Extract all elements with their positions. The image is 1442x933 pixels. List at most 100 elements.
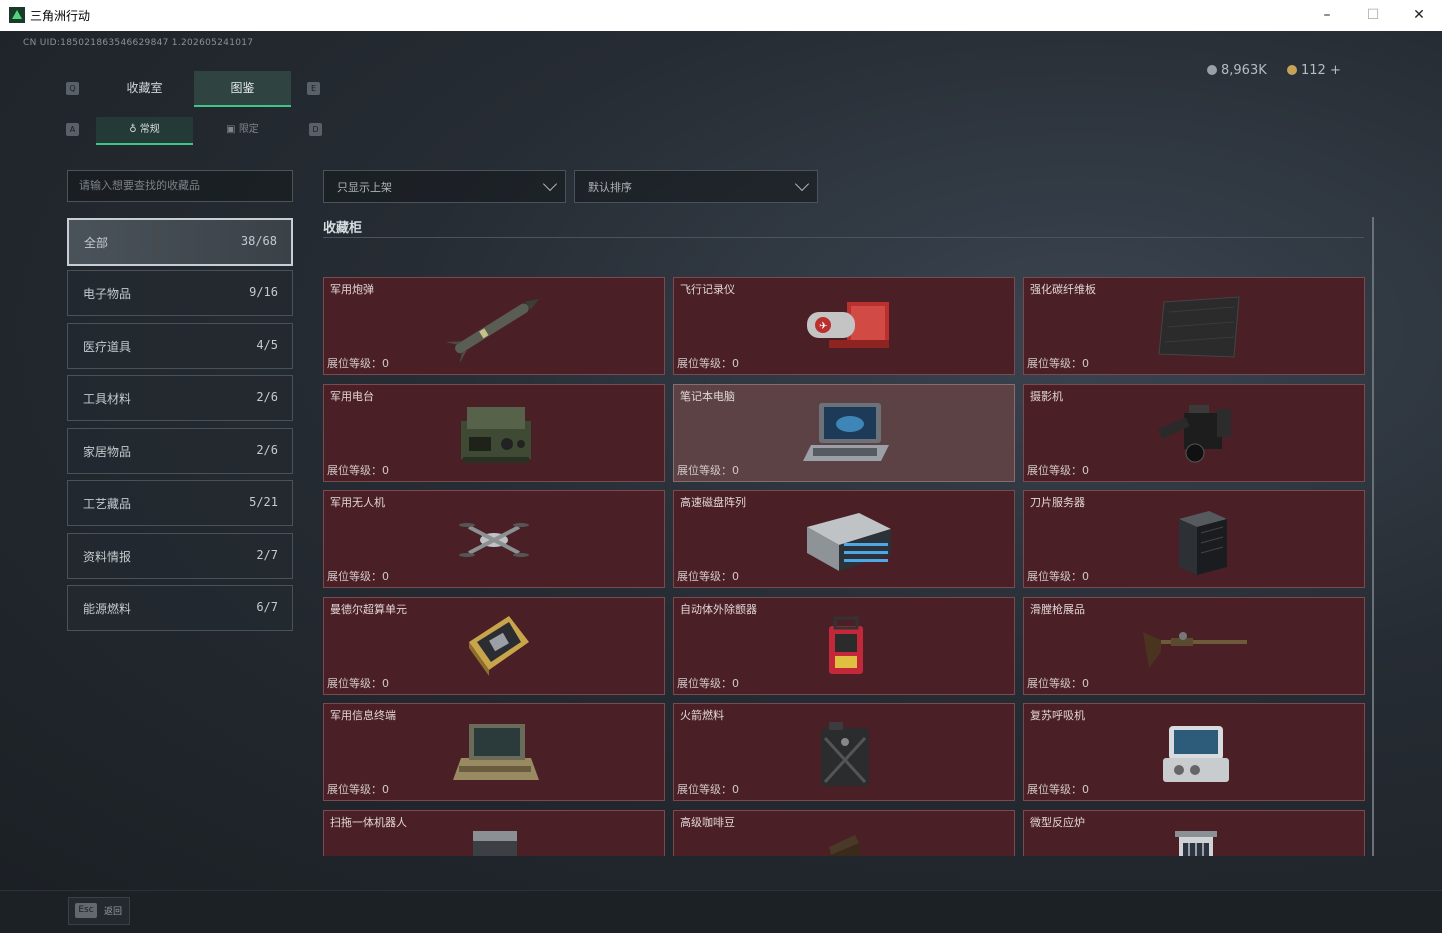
key-hint-e: E [307,82,320,95]
category-all[interactable]: 全部 38/68 [67,218,293,266]
defibrillator-icon [789,612,899,682]
collection-card[interactable]: 微型反应炉 [1023,810,1365,856]
military-radio-icon [439,399,549,469]
category-intel[interactable]: 资料情报 2/7 [67,533,293,579]
limited-icon: ▣ [226,124,239,135]
musket-icon [1139,612,1249,682]
chevron-down-icon [542,176,558,192]
booth-level-label: 展位等级： [677,357,732,370]
robot-vacuum-icon [439,825,549,856]
item-name: 高级咖啡豆 [680,816,735,829]
window-title: 三角洲行动 [30,9,91,23]
search-box [67,170,293,202]
tab-limited[interactable]: ▣ 限定 [194,117,291,143]
section-title: 收藏柜 [323,221,363,236]
ventilator-icon [1139,718,1249,788]
grid-scrollbar[interactable] [1372,217,1374,856]
player-uid: CN UID:185021863546629847 1.202605241017 [23,38,254,48]
window-titlebar: 三角洲行动 – ☐ ✕ [0,0,1442,32]
silver-currency-value: 8,963K [1221,63,1267,78]
item-name: 曼德尔超算单元 [330,603,407,616]
flight-recorder-icon: ✈ [789,292,899,362]
collection-card[interactable]: 高级咖啡豆 [673,810,1015,856]
item-name: 微型反应炉 [1030,816,1085,829]
category-count: 2/6 [256,443,278,457]
tab-regular-label: 常规 [139,124,160,135]
drone-icon [439,505,549,575]
category-household[interactable]: 家居物品 2/6 [67,428,293,474]
shelf-filter-dropdown[interactable]: 只显示上架 [323,170,566,203]
collection-card[interactable]: 飞行记录仪 ✈ 展位等级：0 [673,277,1015,375]
shelf-filter-value: 只显示上架 [337,181,392,194]
booth-level-value: 0 [732,783,739,796]
booth-level: 展位等级：0 [677,568,739,584]
booth-level-label: 展位等级： [677,464,732,477]
booth-level-value: 0 [382,570,389,583]
category-tools[interactable]: 工具材料 2/6 [67,375,293,421]
category-energy[interactable]: 能源燃料 6/7 [67,585,293,631]
category-name: 全部 [84,236,109,250]
back-button[interactable]: Esc 返回 [68,897,130,925]
booth-level-value: 0 [382,357,389,370]
collection-card[interactable]: 火箭燃料展位等级：0 [673,703,1015,801]
category-medical[interactable]: 医疗道具 4/5 [67,323,293,369]
collection-card[interactable]: 扫拖一体机器人 [323,810,665,856]
collection-card[interactable]: 自动体外除颤器 展位等级：0 [673,597,1015,695]
category-electronics[interactable]: 电子物品 9/16 [67,270,293,316]
sort-dropdown[interactable]: 默认排序 [574,170,818,203]
collection-card[interactable]: 摄影机 展位等级：0 [1023,384,1365,482]
category-count: 5/21 [249,495,278,509]
item-name: 复苏呼吸机 [1030,709,1085,722]
booth-level-label: 展位等级： [677,783,732,796]
tab-collection-room[interactable]: 收藏室 [96,71,193,105]
booth-level-label: 展位等级： [1027,357,1082,370]
collection-card[interactable]: 军用电台 展位等级：0 [323,384,665,482]
close-button[interactable]: ✕ [1396,0,1442,31]
category-name: 家居物品 [83,445,132,459]
item-name: 扫拖一体机器人 [330,816,407,829]
category-crafts[interactable]: 工艺藏品 5/21 [67,480,293,526]
collection-card[interactable]: 高速磁盘阵列 展位等级：0 [673,490,1015,588]
item-name: 高速磁盘阵列 [680,496,746,509]
item-name: 飞行记录仪 [680,283,735,296]
collection-card[interactable]: 复苏呼吸机 展位等级：0 [1023,703,1365,801]
tab-regular[interactable]: ♁ 常规 [96,117,193,145]
booth-level-value: 0 [1082,464,1089,477]
gold-currency[interactable]: 112 + [1287,63,1341,78]
booth-level: 展位等级：0 [327,781,389,797]
collection-card[interactable]: 曼德尔超算单元 展位等级：0 [323,597,665,695]
category-count: 6/7 [256,600,278,614]
collection-card[interactable]: 笔记本电脑 展位等级：0 [673,384,1015,482]
collection-card[interactable]: 刀片服务器 展位等级：0 [1023,490,1365,588]
esc-key-hint: Esc [75,903,97,918]
category-name: 电子物品 [83,287,132,301]
regular-icon: ♁ [129,124,140,135]
collection-card[interactable]: 滑膛枪展品 展位等级：0 [1023,597,1365,695]
item-name: 自动体外除颤器 [680,603,757,616]
item-name: 军用无人机 [330,496,385,509]
collection-card[interactable]: 军用炮弹 展位等级：0 [323,277,665,375]
item-name: 火箭燃料 [680,709,724,722]
maximize-button[interactable]: ☐ [1350,0,1396,31]
tab-limited-label: 限定 [238,124,259,135]
gold-currency-value: 112 + [1301,63,1341,78]
disk-array-icon [789,505,899,575]
tab-catalog[interactable]: 图鉴 [194,71,291,107]
minimize-button[interactable]: – [1304,0,1350,31]
booth-level-label: 展位等级： [677,570,732,583]
booth-level-value: 0 [1082,570,1089,583]
collection-card[interactable]: 军用信息终端 展位等级：0 [323,703,665,801]
game-stage: CN UID:185021863546629847 1.202605241017… [0,31,1442,890]
camera-icon [1139,399,1249,469]
search-input[interactable] [68,171,289,199]
svg-text:✈: ✈ [819,321,827,332]
key-hint-q: Q [66,82,79,95]
item-name: 刀片服务器 [1030,496,1085,509]
item-name: 笔记本电脑 [680,390,735,403]
coffee-bag-icon [789,825,899,856]
category-name: 能源燃料 [83,602,132,616]
collection-card[interactable]: 强化碳纤维板 展位等级：0 [1023,277,1365,375]
category-name: 资料情报 [83,550,132,564]
missile-icon [439,292,549,364]
collection-card[interactable]: 军用无人机 展位等级：0 [323,490,665,588]
